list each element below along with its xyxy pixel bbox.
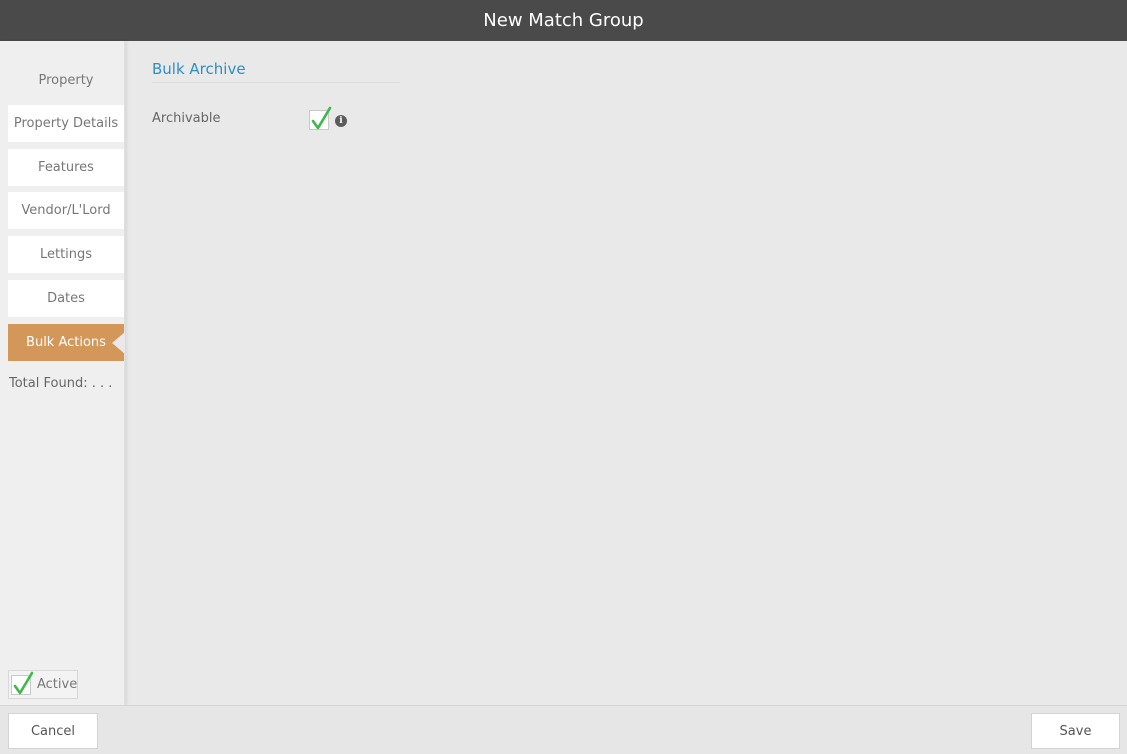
sidebar: Property Property Details Features Vendo… — [0, 41, 125, 705]
active-label: Active — [37, 677, 78, 692]
sidebar-item-label: Property Details — [13, 116, 119, 131]
active-checkbox[interactable]: Active — [8, 670, 78, 699]
sidebar-item-label: Lettings — [39, 247, 93, 262]
title-bar: New Match Group — [0, 0, 1127, 41]
check-icon — [311, 106, 332, 130]
active-checkbox-box[interactable] — [11, 671, 34, 695]
footer-bar: Cancel Save — [0, 705, 1127, 754]
total-found-text: Total Found: . . . — [9, 376, 113, 391]
archivable-checkbox[interactable] — [309, 106, 332, 130]
sidebar-item-property-details[interactable]: Property Details — [8, 105, 124, 142]
sidebar-item-label: Property — [38, 73, 94, 88]
sidebar-item-lettings[interactable]: Lettings — [8, 236, 124, 273]
new-match-group-dialog: New Match Group Property Property Detail… — [0, 0, 1127, 754]
main-content: Bulk Archive Archivable i — [126, 41, 1127, 705]
sidebar-item-property[interactable]: Property — [8, 62, 124, 99]
check-icon — [13, 671, 34, 694]
sidebar-item-label: Vendor/L'Lord — [21, 203, 111, 218]
section-title: Bulk Archive — [152, 60, 400, 83]
cancel-button[interactable]: Cancel — [8, 713, 98, 749]
info-icon[interactable]: i — [335, 115, 347, 127]
sidebar-item-label: Bulk Actions — [26, 335, 106, 350]
sidebar-item-label: Dates — [47, 291, 85, 306]
sidebar-item-label: Features — [38, 160, 94, 175]
sidebar-item-dates[interactable]: Dates — [8, 280, 124, 317]
sidebar-item-features[interactable]: Features — [8, 149, 124, 186]
sidebar-item-bulk-actions[interactable]: Bulk Actions — [8, 324, 125, 361]
sidebar-item-vendor-landlord[interactable]: Vendor/L'Lord — [8, 192, 124, 229]
save-button[interactable]: Save — [1031, 713, 1120, 749]
archivable-label: Archivable — [152, 111, 221, 126]
window-title: New Match Group — [483, 10, 644, 31]
